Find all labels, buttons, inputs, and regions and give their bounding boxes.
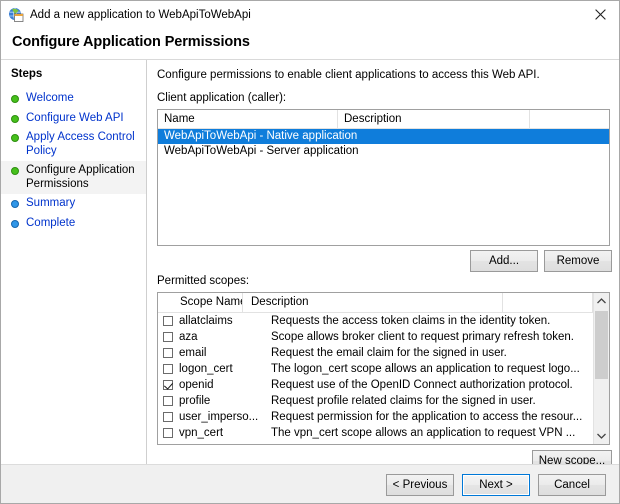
column-header-filler [530, 110, 609, 128]
column-header-filler [503, 293, 593, 312]
table-row[interactable]: profile Request profile related claims f… [158, 393, 593, 409]
scope-description: Request permission for the application t… [271, 411, 583, 423]
wizard-window: Add a new application to WebApiToWebApi … [0, 0, 620, 504]
step-welcome[interactable]: Welcome [1, 89, 146, 109]
client-list-header: Name Description [158, 110, 609, 129]
step-status-bullet-icon [11, 167, 19, 175]
step-label: Summary [26, 197, 76, 209]
scopes-list-header: Scope Name Description [158, 293, 593, 313]
table-row[interactable]: email Request the email claim for the si… [158, 345, 593, 361]
step-configure-web-api[interactable]: Configure Web API [1, 109, 146, 129]
adfs-application-icon [8, 7, 24, 23]
scroll-up-icon[interactable] [594, 293, 609, 309]
scope-description: Requests the access token claims in the … [271, 315, 551, 327]
step-status-bullet-icon [11, 219, 19, 228]
scope-description: Scope allows broker client to request pr… [271, 331, 574, 343]
step-apply-access-control-policy[interactable]: Apply Access Control Policy [1, 128, 146, 161]
scope-name: allatclaims [179, 315, 233, 327]
steps-panel: Steps Welcome Configure Web API Apply Ac… [1, 60, 147, 464]
steps-list: Welcome Configure Web API Apply Access C… [1, 89, 146, 233]
step-summary[interactable]: Summary [1, 194, 146, 214]
column-header-scope-description[interactable]: Description [243, 293, 503, 312]
scope-name: openid [179, 379, 214, 391]
scope-description: Request profile related claims for the s… [271, 395, 536, 407]
title-bar: Add a new application to WebApiToWebApi [1, 1, 619, 29]
step-status-bullet-icon [11, 200, 19, 208]
scope-name: aza [179, 331, 198, 343]
step-label: Apply Access Control Policy [26, 131, 135, 157]
table-row[interactable]: allatclaims Requests the access token cl… [158, 313, 593, 329]
step-label: Configure Web API [26, 111, 124, 124]
client-name: WebApiToWebApi - Native application [164, 130, 358, 142]
scope-description: The logon_cert scope allows an applicati… [271, 363, 580, 375]
client-application-list[interactable]: Name Description WebApiToWebApi - Native… [157, 109, 610, 246]
table-row[interactable]: WebApiToWebApi - Server application [158, 144, 609, 159]
step-status-bullet-icon [11, 134, 19, 142]
scope-checkbox[interactable] [163, 316, 173, 326]
scope-checkbox[interactable] [163, 428, 173, 438]
table-row[interactable]: aza Scope allows broker client to reques… [158, 329, 593, 345]
scope-description: Request the email claim for the signed i… [271, 347, 507, 359]
scope-name: profile [179, 395, 211, 407]
add-button[interactable]: Add... [470, 250, 538, 272]
scope-checkbox[interactable] [163, 364, 173, 374]
steps-heading: Steps [11, 68, 43, 80]
scopes-rows-container: Scope Name Description allatclaims Reque… [158, 293, 593, 444]
step-complete[interactable]: Complete [1, 214, 146, 234]
next-button[interactable]: Next > [462, 474, 530, 496]
column-header-name[interactable]: Name [158, 110, 338, 128]
scope-checkbox[interactable] [163, 348, 173, 358]
scope-name: email [179, 347, 207, 359]
table-row[interactable]: logon_cert The logon_cert scope allows a… [158, 361, 593, 377]
scopes-vertical-scrollbar[interactable] [593, 293, 609, 444]
cancel-button[interactable]: Cancel [538, 474, 606, 496]
scope-description: Request use of the OpenID Connect author… [271, 379, 573, 391]
main-content: Configure permissions to enable client a… [148, 60, 619, 472]
permitted-scopes-label: Permitted scopes: [157, 275, 250, 287]
step-status-bullet-icon [11, 95, 19, 103]
permitted-scopes-list[interactable]: Scope Name Description allatclaims Reque… [157, 292, 610, 445]
table-row[interactable]: vpn_cert The vpn_cert scope allows an ap… [158, 425, 593, 441]
scope-name: user_imperso... [179, 411, 259, 423]
scope-checkbox[interactable] [163, 396, 173, 406]
scope-name: vpn_cert [179, 427, 224, 439]
client-name: WebApiToWebApi - Server application [164, 145, 359, 157]
scope-name: logon_cert [179, 363, 233, 375]
window-title: Add a new application to WebApiToWebApi [30, 9, 251, 21]
step-status-bullet-icon [11, 114, 19, 123]
scope-checkbox[interactable] [163, 332, 173, 342]
step-label: Complete [26, 216, 76, 229]
step-configure-application-permissions[interactable]: Configure Application Permissions [1, 161, 146, 194]
close-icon[interactable] [580, 1, 619, 28]
step-label: Configure Application Permissions [26, 164, 135, 190]
table-row[interactable]: WebApiToWebApi - Native application [158, 129, 609, 144]
column-header-scope-name[interactable]: Scope Name [158, 293, 243, 312]
scroll-down-icon[interactable] [594, 428, 609, 444]
step-label: Welcome [26, 92, 74, 104]
scope-checkbox[interactable] [163, 412, 173, 422]
table-row[interactable]: openid Request use of the OpenID Connect… [158, 377, 593, 393]
scope-checkbox[interactable] [163, 380, 173, 390]
intro-text: Configure permissions to enable client a… [157, 69, 540, 81]
previous-button[interactable]: < Previous [386, 474, 454, 496]
column-header-description[interactable]: Description [338, 110, 530, 128]
scrollbar-thumb[interactable] [595, 311, 608, 379]
table-row[interactable]: user_imperso... Request permission for t… [158, 409, 593, 425]
footer-bar: < Previous Next > Cancel [1, 464, 619, 503]
page-title: Configure Application Permissions [12, 34, 250, 50]
scope-description: The vpn_cert scope allows an application… [271, 427, 576, 439]
remove-button[interactable]: Remove [544, 250, 612, 272]
client-application-label: Client application (caller): [157, 92, 287, 104]
